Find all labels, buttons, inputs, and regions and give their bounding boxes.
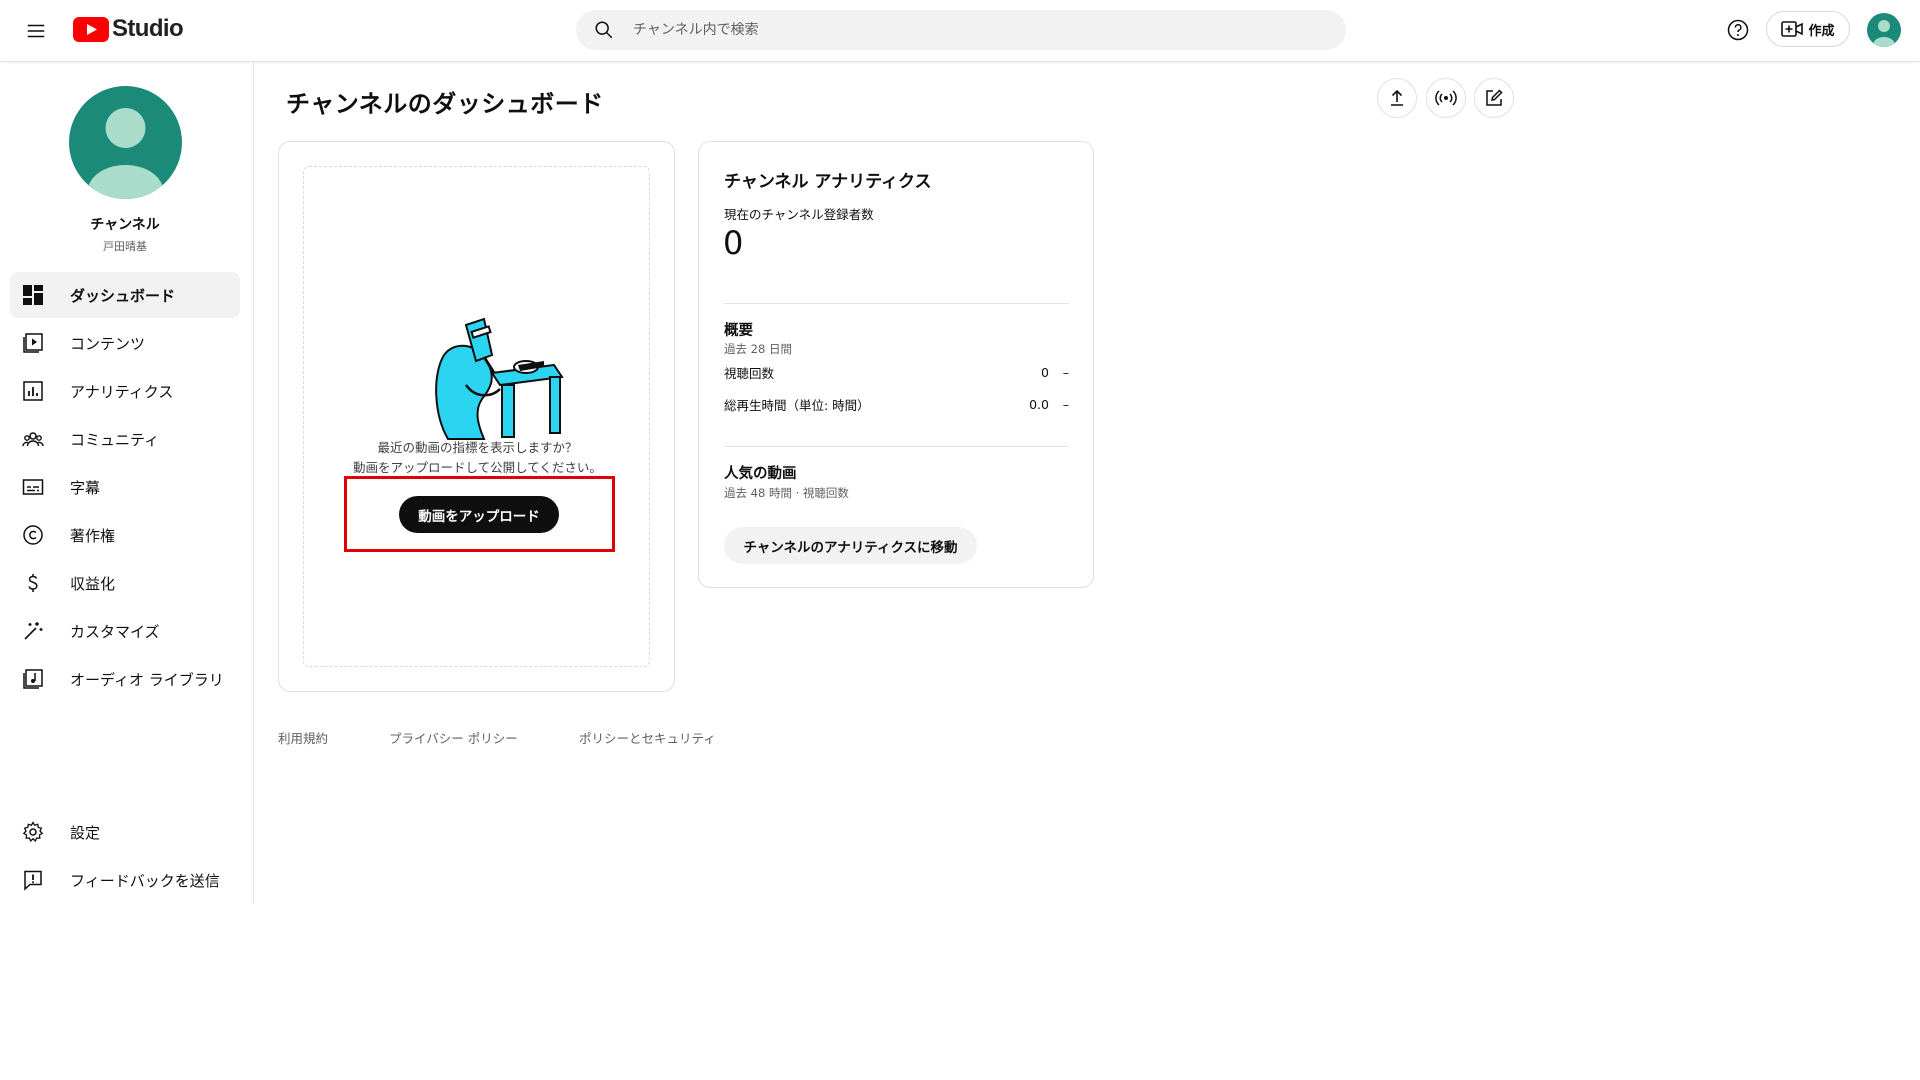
- sidebar-item-label: 収益化: [70, 574, 116, 593]
- sidebar-item-settings[interactable]: 設定: [10, 809, 240, 855]
- upload-prompt-line-2: 動画をアップロードして公開してください。: [353, 460, 602, 475]
- subscribers-label: 現在のチャンネル登録者数: [724, 207, 874, 222]
- top-app-bar: Studio 作成: [0, 0, 1920, 62]
- upload-prompt-line-1: 最近の動画の指標を表示しますか？: [377, 440, 578, 455]
- help-button[interactable]: [1724, 16, 1752, 44]
- go-to-channel-analytics-button[interactable]: チャンネルのアナリティクスに移動: [724, 527, 977, 564]
- youtube-studio-logo[interactable]: Studio: [73, 14, 184, 44]
- divider: [724, 303, 1069, 304]
- help-icon: [1727, 19, 1749, 41]
- video-plus-icon: [1781, 21, 1804, 37]
- sidebar-item-label: カスタマイズ: [70, 622, 160, 641]
- monetization-icon: [21, 571, 45, 595]
- studio-wordmark: Studio: [112, 15, 184, 42]
- dashboard-icon: [21, 283, 45, 307]
- settings-icon: [21, 820, 45, 844]
- metric-row-watch-time: 総再生時間（単位: 時間） 0.0 –: [724, 394, 1069, 414]
- channel-owner-name: 戸田晴基: [103, 240, 147, 253]
- analytics-card-title: チャンネル アナリティクス: [724, 172, 932, 192]
- sidebar-item-dashboard[interactable]: ダッシュボード: [10, 272, 240, 318]
- youtube-play-icon: [73, 16, 109, 42]
- analytics-icon: [21, 379, 45, 403]
- metric-trend: –: [1062, 364, 1069, 380]
- top-videos-title: 人気の動画: [724, 466, 797, 482]
- privacy-policy-link[interactable]: プライバシー ポリシー: [389, 728, 518, 747]
- upload-video-button[interactable]: 動画をアップロード: [399, 496, 559, 533]
- divider: [724, 446, 1069, 447]
- upload-video-card: 最近の動画の指標を表示しますか？ 動画をアップロードして公開してください。 動画…: [278, 141, 675, 692]
- subtitles-icon: [21, 475, 45, 499]
- upload-drop-zone: 最近の動画の指標を表示しますか？ 動画をアップロードして公開してください。 動画…: [303, 166, 650, 667]
- menu-icon: [27, 24, 45, 38]
- create-button[interactable]: 作成: [1766, 11, 1850, 47]
- sidebar-item-analytics[interactable]: アナリティクス: [10, 368, 240, 414]
- sidebar-item-copyright[interactable]: 著作権: [10, 512, 240, 558]
- sidebar-item-label: 設定: [70, 823, 101, 842]
- search-bar[interactable]: [576, 10, 1346, 50]
- terms-of-use-link[interactable]: 利用規約: [278, 728, 328, 747]
- page-title: チャンネルのダッシュボード: [286, 90, 604, 118]
- account-avatar-button[interactable]: [1867, 13, 1901, 47]
- summary-title: 概要: [724, 323, 753, 339]
- sidebar-item-monetization[interactable]: 収益化: [10, 560, 240, 606]
- sidebar-item-audio-library[interactable]: オーディオ ライブラリ: [10, 656, 240, 702]
- sidebar-item-send-feedback[interactable]: フィードバックを送信: [10, 857, 240, 903]
- customization-icon: [21, 619, 45, 643]
- top-videos-period: 過去 48 時間 · 視聴回数: [724, 486, 849, 500]
- feedback-icon: [21, 868, 45, 892]
- hamburger-menu-button[interactable]: [18, 13, 54, 49]
- sidebar-item-label: アナリティクス: [70, 382, 174, 401]
- channel-avatar[interactable]: [69, 86, 182, 199]
- search-icon: [595, 21, 613, 39]
- subscriber-count: 0: [723, 224, 744, 262]
- metric-label: 総再生時間（単位: 時間）: [724, 397, 870, 413]
- channel-analytics-card: チャンネル アナリティクス 現在のチャンネル登録者数 0 概要 過去 28 日間…: [698, 141, 1094, 588]
- metric-label: 視聴回数: [724, 365, 775, 381]
- metric-trend: –: [1062, 396, 1069, 412]
- create-label: 作成: [1808, 23, 1835, 39]
- go-live-button[interactable]: [1426, 78, 1466, 118]
- community-icon: [21, 427, 45, 451]
- metric-value: 0: [1041, 364, 1049, 380]
- microscope-illustration-icon: [435, 317, 564, 440]
- sidebar-item-community[interactable]: コミュニティ: [10, 416, 240, 462]
- metric-row-views: 視聴回数 0 –: [724, 362, 1069, 382]
- sidebar-item-label: オーディオ ライブラリ: [70, 670, 224, 689]
- sidebar-item-label: コンテンツ: [70, 334, 146, 353]
- sidebar-item-label: 著作権: [70, 526, 116, 545]
- metric-value: 0.0: [1029, 396, 1049, 412]
- upload-videos-button[interactable]: [1377, 78, 1417, 118]
- summary-period: 過去 28 日間: [724, 342, 792, 356]
- policy-and-safety-link[interactable]: ポリシーとセキュリティ: [579, 728, 716, 747]
- account-avatar-icon: [1867, 13, 1901, 47]
- left-sidebar: チャンネル 戸田晴基 ダッシュボード コンテンツ アナリティクス コミュニティ …: [0, 62, 254, 904]
- edit-icon: [1486, 89, 1503, 106]
- sidebar-item-subtitles[interactable]: 字幕: [10, 464, 240, 510]
- sidebar-item-customization[interactable]: カスタマイズ: [10, 608, 240, 654]
- create-post-button[interactable]: [1474, 78, 1514, 118]
- content-icon: [21, 331, 45, 355]
- sidebar-item-label: 字幕: [70, 478, 101, 497]
- sidebar-item-label: フィードバックを送信: [70, 871, 220, 890]
- search-input[interactable]: [633, 22, 1293, 38]
- live-broadcast-icon: [1435, 90, 1457, 106]
- copyright-icon: [21, 523, 45, 547]
- sidebar-item-label: コミュニティ: [70, 430, 160, 449]
- audio-library-icon: [21, 667, 45, 691]
- upload-icon: [1391, 89, 1403, 106]
- sidebar-item-label: ダッシュボード: [70, 286, 176, 305]
- channel-name[interactable]: チャンネル: [0, 214, 250, 234]
- sidebar-item-content[interactable]: コンテンツ: [10, 320, 240, 366]
- channel-avatar-icon: [69, 86, 182, 199]
